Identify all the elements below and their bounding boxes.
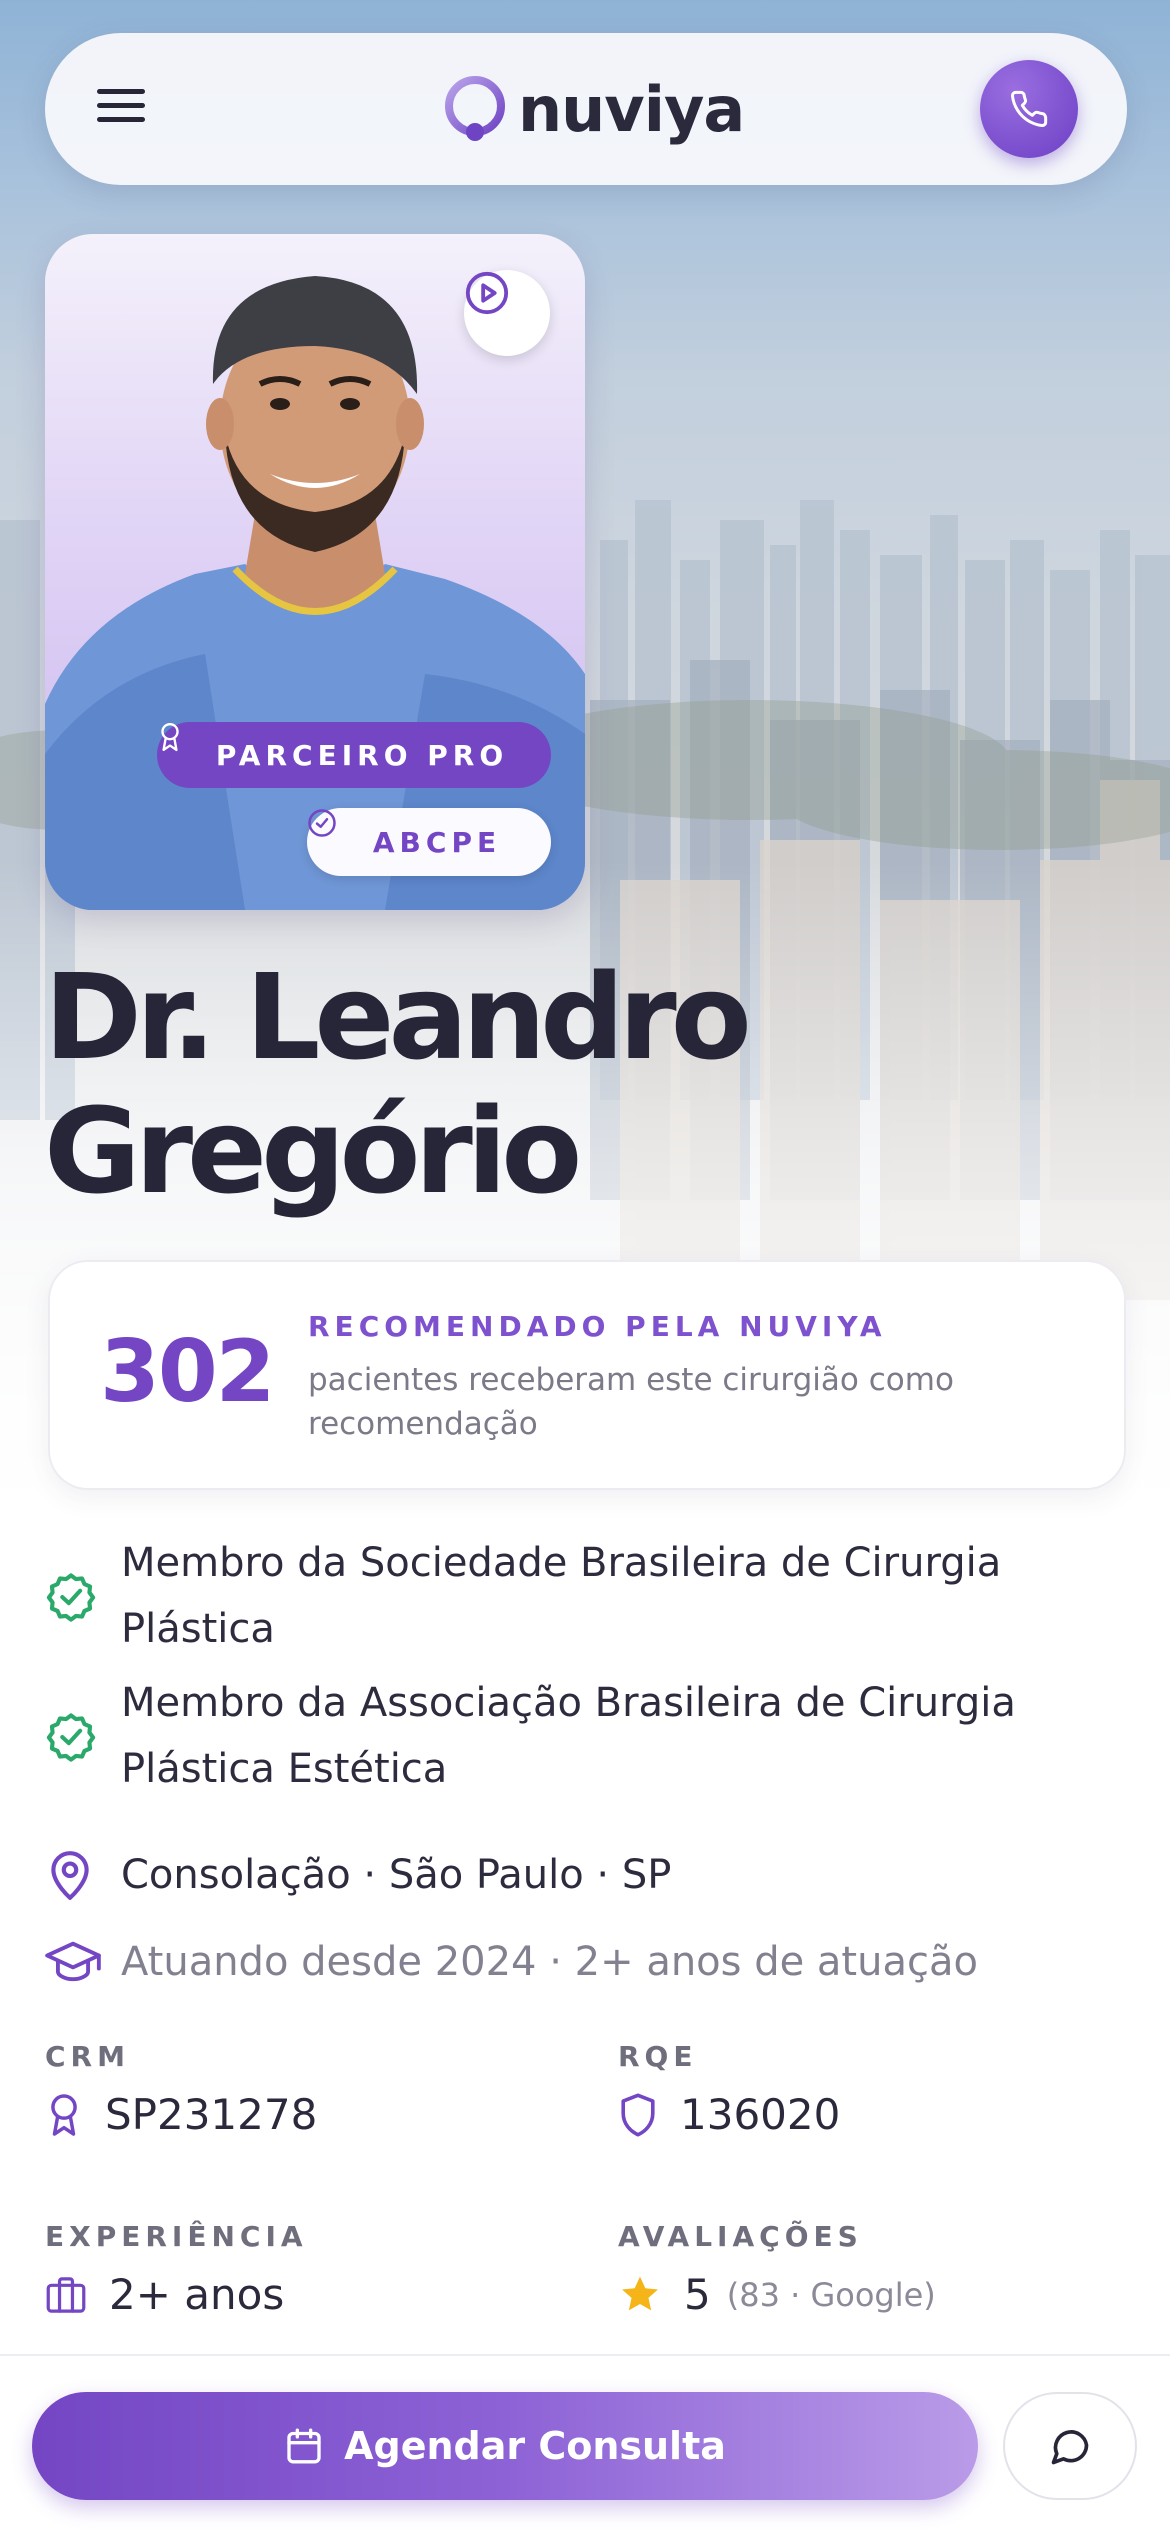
credential-item: Membro da Sociedade Brasileira de Cirurg…	[45, 1530, 1105, 1662]
top-navigation-bar: nuviya	[45, 33, 1127, 185]
rqe-label: RQE	[618, 2040, 698, 2073]
crm-value: SP231278	[105, 2090, 318, 2139]
crm-label: CRM	[45, 2040, 130, 2073]
shield-icon	[621, 2092, 655, 2137]
experience-value: 2+ anos	[109, 2270, 285, 2319]
rqe-value-row: 136020	[618, 2090, 840, 2139]
location-text: Consolação · São Paulo · SP	[121, 1852, 672, 1898]
practice-row: Atuando desde 2024 · 2+ anos de atuação	[45, 1929, 1105, 1995]
reviews-label: AVALIAÇÕES	[618, 2220, 863, 2253]
location-row: Consolação · São Paulo · SP	[45, 1842, 1105, 1908]
calendar-icon	[287, 2428, 321, 2464]
verified-check-icon	[46, 1713, 96, 1762]
experience-value-row: 2+ anos	[45, 2270, 284, 2319]
brand-name: nuviya	[518, 72, 745, 146]
doctor-name-line-2: Gregório	[44, 1082, 582, 1220]
briefcase-icon	[46, 2276, 86, 2313]
award-icon	[161, 722, 179, 752]
reviews-value-row[interactable]: 5 (83 · Google)	[618, 2270, 936, 2319]
hamburger-menu-icon[interactable]	[97, 81, 153, 137]
play-video-button[interactable]	[464, 270, 550, 356]
profile-photo-card: PARCEIRO PRO ABCPE	[45, 234, 585, 910]
credential-text: Membro da Sociedade Brasileira de Cirurg…	[121, 1540, 1002, 1652]
partner-pro-label: PARCEIRO PRO	[215, 738, 509, 772]
schedule-appointment-button[interactable]: Agendar Consulta	[32, 2392, 978, 2500]
doctor-name-line-1: Dr. Leandro	[44, 948, 752, 1086]
experience-label: EXPERIÊNCIA	[45, 2220, 308, 2253]
recommendation-count: 302	[100, 1322, 276, 1422]
award-icon	[51, 2093, 77, 2136]
graduation-cap-icon	[45, 1941, 101, 1982]
abcpe-badge: ABCPE	[307, 808, 551, 876]
verified-check-icon	[46, 1573, 96, 1622]
verified-check-icon	[308, 809, 336, 837]
recommendation-description: pacientes receberam este cirurgião como …	[308, 1362, 954, 1442]
star-icon	[622, 2276, 658, 2310]
abcpe-label: ABCPE	[372, 825, 502, 859]
call-button[interactable]	[980, 60, 1078, 158]
brand-logo[interactable]: nuviya	[442, 71, 745, 147]
practice-text: Atuando desde 2024 · 2+ anos de atuação	[121, 1939, 978, 1985]
schedule-appointment-label: Agendar Consulta	[344, 2424, 726, 2468]
map-pin-icon	[51, 1851, 89, 1900]
credential-item: Membro da Associação Brasileira de Cirur…	[45, 1670, 1105, 1802]
chat-bubble-icon	[1051, 2430, 1089, 2465]
bottom-action-bar: Agendar Consulta	[0, 2354, 1170, 2532]
chat-button[interactable]	[1003, 2392, 1137, 2500]
play-circle-icon	[465, 271, 509, 315]
phone-icon	[1011, 90, 1048, 127]
nuviya-logo-icon	[445, 76, 505, 141]
doctor-name-heading: Dr. Leandro Gregório	[44, 950, 1044, 1218]
recommendation-label: RECOMENDADO PELA NUVIYA	[308, 1310, 887, 1343]
reviews-score: 5	[684, 2270, 711, 2319]
recommendation-card: 302 RECOMENDADO PELA NUVIYA pacientes re…	[48, 1260, 1126, 1490]
crm-value-row: SP231278	[45, 2090, 317, 2139]
rqe-value: 136020	[680, 2090, 841, 2139]
reviews-count-source: (83 · Google)	[726, 2275, 936, 2314]
partner-pro-badge: PARCEIRO PRO	[157, 722, 551, 788]
credential-text: Membro da Associação Brasileira de Cirur…	[121, 1680, 1016, 1792]
